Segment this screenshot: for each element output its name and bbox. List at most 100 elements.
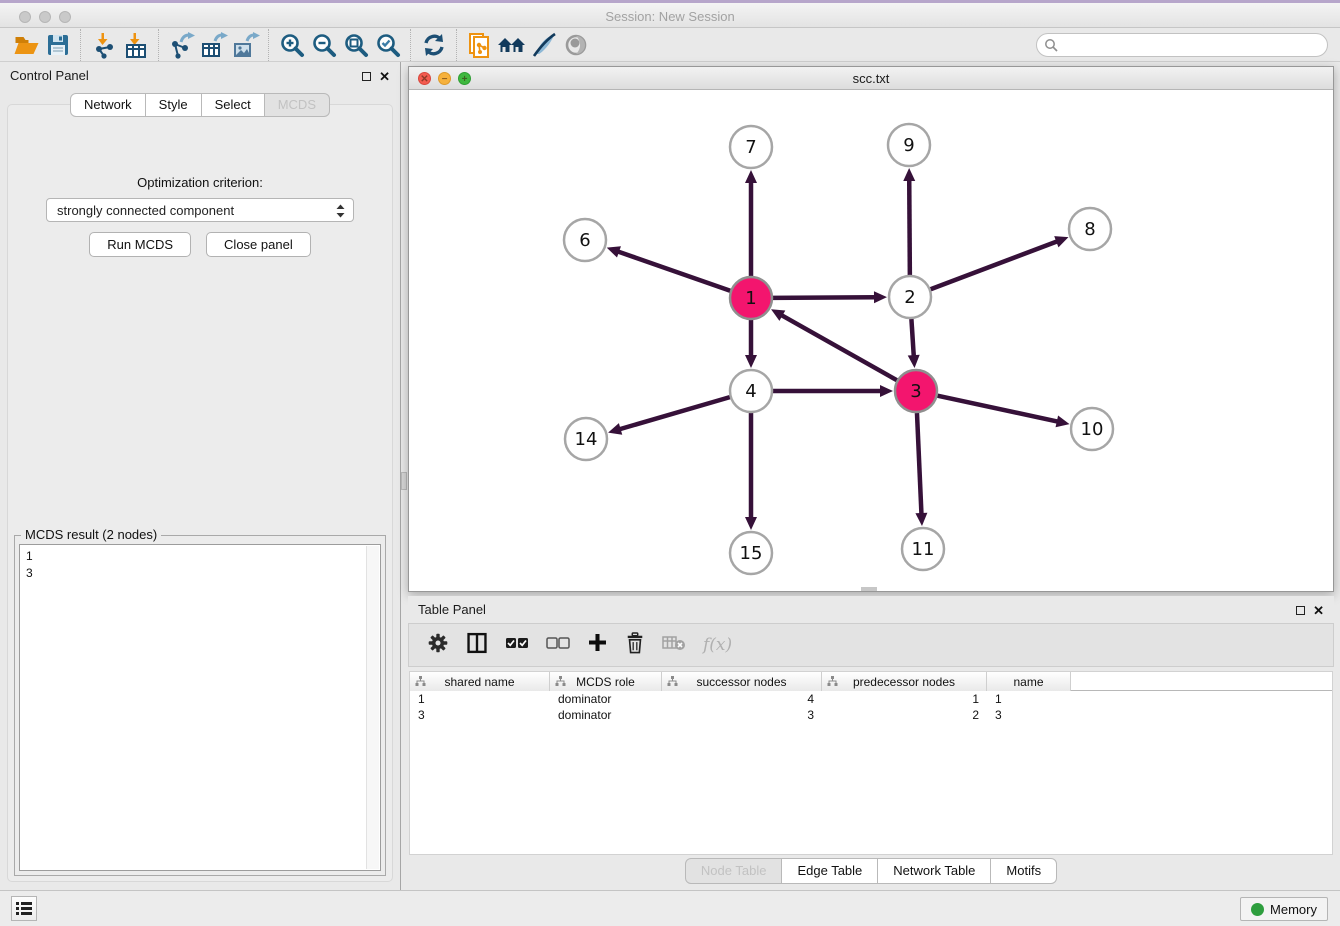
search-field[interactable] xyxy=(1036,33,1328,57)
float-table-panel-icon[interactable] xyxy=(1296,606,1305,615)
float-panel-icon[interactable] xyxy=(362,72,371,81)
control-panel-tabs: NetworkStyleSelectMCDS xyxy=(0,93,400,117)
edge-1-6[interactable] xyxy=(617,251,730,291)
close-panel-button[interactable]: Close panel xyxy=(206,232,311,257)
column-header-successor-nodes[interactable]: successor nodes xyxy=(662,672,822,691)
svg-text:4: 4 xyxy=(745,381,756,402)
trash-icon[interactable] xyxy=(625,632,645,659)
svg-text:2: 2 xyxy=(904,287,915,308)
copy-network-icon[interactable] xyxy=(464,30,496,60)
edge-3-11[interactable] xyxy=(917,413,922,515)
close-panel-icon[interactable]: ✕ xyxy=(379,70,390,83)
task-history-button[interactable] xyxy=(11,896,37,921)
refresh-icon[interactable] xyxy=(418,30,450,60)
edge-2-9[interactable] xyxy=(909,179,910,275)
network-window-titlebar: ✕ − + scc.txt xyxy=(409,67,1333,90)
result-scrollbar[interactable] xyxy=(366,546,379,869)
svg-text:10: 10 xyxy=(1081,419,1104,440)
edge-arrowhead xyxy=(915,513,927,526)
node-7[interactable]: 7 xyxy=(730,126,772,168)
edge-arrowhead xyxy=(745,170,757,183)
network-canvas[interactable]: 7 9 6 8 1 2 4 3 14 10 15 11 xyxy=(409,90,1333,591)
node-9[interactable]: 9 xyxy=(888,124,930,166)
svg-text:9: 9 xyxy=(903,135,914,156)
node-4[interactable]: 4 xyxy=(730,370,772,412)
checkboxes-checked-icon[interactable] xyxy=(505,635,529,656)
tab-network-table[interactable]: Network Table xyxy=(878,858,991,884)
tab-select[interactable]: Select xyxy=(202,93,265,117)
cell-shared-name: 1 xyxy=(410,692,550,706)
close-table-panel-icon[interactable]: ✕ xyxy=(1313,604,1324,617)
optimization-criterion-label: Optimization criterion: xyxy=(8,175,392,190)
export-network-icon[interactable] xyxy=(166,30,198,60)
mcds-result-area[interactable]: 1 3 xyxy=(19,544,381,871)
tab-motifs[interactable]: Motifs xyxy=(991,858,1057,884)
node-2[interactable]: 2 xyxy=(889,276,931,318)
import-network-icon[interactable] xyxy=(88,30,120,60)
tab-network[interactable]: Network xyxy=(70,93,146,117)
search-icon xyxy=(1044,38,1058,52)
edge-3-10[interactable] xyxy=(938,396,1059,422)
node-8[interactable]: 8 xyxy=(1069,208,1111,250)
houses-icon[interactable] xyxy=(496,30,528,60)
splitter-grip[interactable] xyxy=(401,472,407,490)
delete-table-icon[interactable] xyxy=(662,634,686,657)
edge-2-8[interactable] xyxy=(931,241,1059,289)
window-title: Session: New Session xyxy=(0,3,1340,28)
tab-edge-table[interactable]: Edge Table xyxy=(782,858,878,884)
brush-icon[interactable] xyxy=(528,30,560,60)
canvas-scrollbar-nub[interactable] xyxy=(861,587,877,591)
memory-button[interactable]: Memory xyxy=(1240,897,1328,921)
cell-name: 1 xyxy=(987,692,1071,706)
tab-style[interactable]: Style xyxy=(146,93,202,117)
eye-icon[interactable] xyxy=(560,30,592,60)
column-header-shared-name[interactable]: shared name xyxy=(410,672,550,691)
node-10[interactable]: 10 xyxy=(1071,408,1113,450)
column-header-predecessor-nodes[interactable]: predecessor nodes xyxy=(822,672,987,691)
table-row[interactable]: 3dominator323 xyxy=(410,707,1332,723)
import-table-icon[interactable] xyxy=(120,30,152,60)
zoom-in-icon[interactable] xyxy=(276,30,308,60)
zoom-out-icon[interactable] xyxy=(308,30,340,60)
node-11[interactable]: 11 xyxy=(902,528,944,570)
export-table-icon[interactable] xyxy=(198,30,230,60)
gear-icon[interactable] xyxy=(427,632,449,659)
criterion-dropdown[interactable]: strongly connected component xyxy=(46,198,354,222)
export-image-icon[interactable] xyxy=(230,30,262,60)
node-1[interactable]: 1 xyxy=(730,277,772,319)
edge-1-2[interactable] xyxy=(773,297,876,298)
columns-icon[interactable] xyxy=(466,632,488,659)
search-input[interactable] xyxy=(1058,35,1327,55)
control-panel-header: Control Panel ✕ xyxy=(0,62,400,90)
column-header-mcds-role[interactable]: MCDS role xyxy=(550,672,662,691)
edge-3-1[interactable] xyxy=(781,315,897,381)
chevron-updown-icon xyxy=(335,201,346,221)
zoom-fit-icon[interactable] xyxy=(340,30,372,60)
node-3[interactable]: 3 xyxy=(895,370,937,412)
fx-icon[interactable]: f(x) xyxy=(703,635,732,655)
node-15[interactable]: 15 xyxy=(730,532,772,574)
cell-predecessor-nodes: 1 xyxy=(822,692,987,706)
floppy-save-icon[interactable] xyxy=(42,30,74,60)
svg-text:1: 1 xyxy=(745,288,756,309)
column-header-name[interactable]: name xyxy=(987,672,1071,691)
node-14[interactable]: 14 xyxy=(565,418,607,460)
checkboxes-unchecked-icon[interactable] xyxy=(546,635,570,656)
folder-open-icon[interactable] xyxy=(10,30,42,60)
tab-mcds[interactable]: MCDS xyxy=(265,93,330,117)
mcds-result-title: MCDS result (2 nodes) xyxy=(21,527,161,542)
main-toolbar xyxy=(0,29,1340,62)
zoom-selected-icon[interactable] xyxy=(372,30,404,60)
cell-successor-nodes: 3 xyxy=(662,708,822,722)
mcds-result-text: 1 3 xyxy=(20,545,380,585)
edge-2-3[interactable] xyxy=(911,319,913,357)
edge-4-14[interactable] xyxy=(619,397,730,429)
list-icon xyxy=(16,901,32,916)
table-row[interactable]: 1dominator411 xyxy=(410,691,1332,707)
tab-node-table[interactable]: Node Table xyxy=(685,858,783,884)
node-6[interactable]: 6 xyxy=(564,219,606,261)
run-mcds-button[interactable]: Run MCDS xyxy=(89,232,191,257)
table-panel: Table Panel ✕ xyxy=(408,596,1334,890)
plus-icon[interactable] xyxy=(587,632,608,658)
table-body: 1dominator4113dominator323 xyxy=(410,691,1332,723)
